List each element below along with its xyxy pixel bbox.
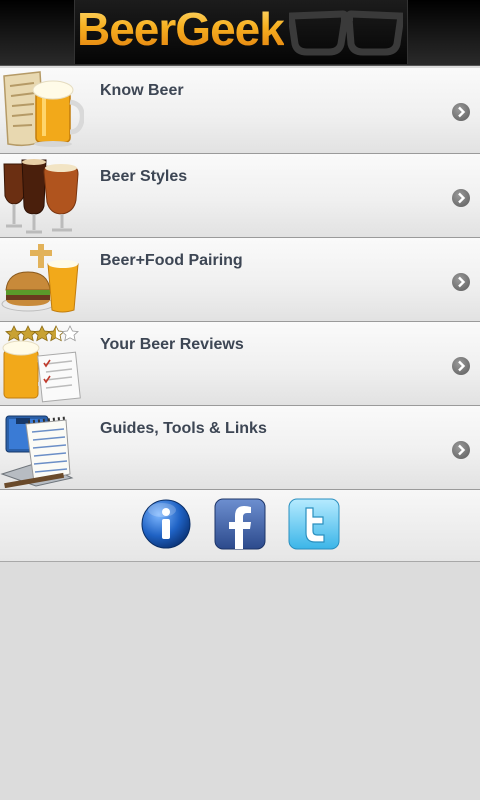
menu-item-label: Beer+Food Pairing (100, 252, 243, 269)
chevron-right-icon (452, 103, 470, 121)
menu-item-beer-styles[interactable]: Beer Styles (0, 154, 480, 238)
info-icon[interactable] (140, 498, 192, 550)
logo-text: BeerGeek (77, 3, 285, 55)
main-menu: Know Beer Beer Styles Beer+Food Pairing … (0, 68, 480, 490)
chevron-right-icon (452, 441, 470, 459)
social-bar (0, 490, 480, 562)
menu-item-beer-food-pairing[interactable]: Beer+Food Pairing (0, 238, 480, 322)
beergeek-logo: BeerGeek (74, 0, 408, 64)
chevron-right-icon (452, 273, 470, 291)
chevron-right-icon (452, 189, 470, 207)
menu-item-label: Guides, Tools & Links (100, 420, 267, 437)
twitter-icon[interactable] (288, 498, 340, 550)
menu-item-guides-tools-links[interactable]: Guides, Tools & Links (0, 406, 480, 490)
burger-beer-icon (1, 244, 79, 313)
chevron-right-icon (452, 357, 470, 375)
app-header: BeerGeek (0, 0, 480, 66)
beer-mug-scroll-icon (3, 71, 84, 147)
menu-item-your-beer-reviews[interactable]: Your Beer Reviews (0, 322, 480, 406)
menu-item-know-beer[interactable]: Know Beer (0, 68, 480, 154)
web-notepad-icon (0, 415, 74, 488)
menu-item-label: Your Beer Reviews (100, 336, 244, 353)
menu-item-label: Beer Styles (100, 168, 188, 185)
menu-item-label: Know Beer (100, 82, 184, 99)
review-rating-icon (2, 325, 81, 403)
beer-glasses-icon (3, 159, 79, 234)
facebook-icon[interactable] (214, 498, 266, 550)
glasses-icon (289, 10, 403, 56)
